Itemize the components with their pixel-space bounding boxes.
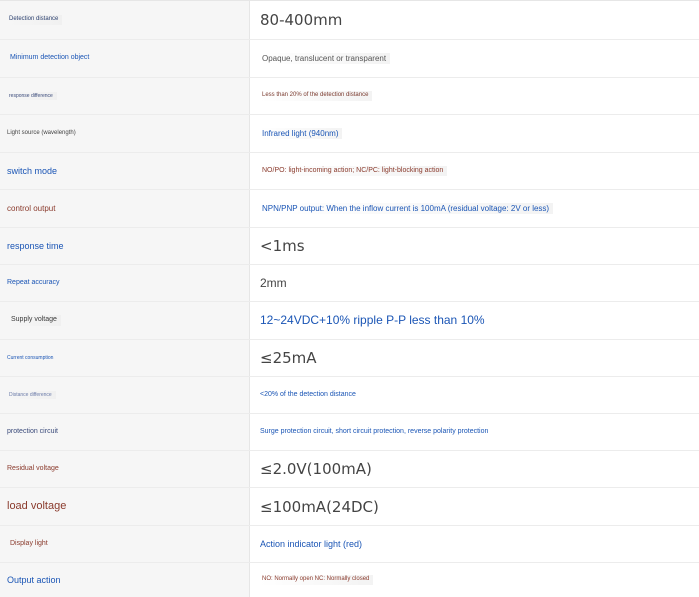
row-label: switch mode — [7, 165, 58, 176]
row-value: Action indicator light (red) — [260, 538, 363, 549]
table-row: load voltage ≤100mA(24DC) — [0, 487, 699, 525]
value-cell: 12~24VDC+10% ripple P-P less than 10% — [250, 302, 699, 339]
label-cell: Display light — [0, 526, 250, 562]
value-cell: NO/PO: light-incoming action; NC/PC: lig… — [250, 153, 699, 189]
row-label: Light source (wavelength) — [7, 129, 76, 136]
table-row: Detection distance 80-400mm — [0, 1, 699, 39]
row-value: NPN/PNP output: When the inflow current … — [260, 202, 554, 215]
row-value: Opaque, translucent or transparent — [260, 52, 391, 65]
label-cell: Distance difference — [0, 377, 250, 413]
table-row: Repeat accuracy 2mm — [0, 264, 699, 301]
row-label: Residual voltage — [7, 464, 59, 472]
row-value: 80-400mm — [260, 11, 343, 29]
row-label: control output — [7, 203, 56, 213]
value-cell: ≤2.0V(100mA) — [250, 451, 699, 487]
label-cell: Repeat accuracy — [0, 265, 250, 301]
row-value: NO: Normally open NC: Normally closed — [260, 575, 374, 585]
row-label: response difference — [7, 92, 57, 100]
label-cell: Current consumption — [0, 340, 250, 376]
table-row: response difference Less than 20% of the… — [0, 77, 699, 114]
label-cell: Residual voltage — [0, 451, 250, 487]
row-label: protection circuit — [7, 427, 58, 435]
spec-table: Detection distance 80-400mm Minimum dete… — [0, 0, 699, 597]
label-cell: control output — [0, 190, 250, 227]
table-row: response time <1ms — [0, 227, 699, 264]
row-value: 12~24VDC+10% ripple P-P less than 10% — [260, 313, 485, 328]
row-label: Supply voltage — [7, 315, 61, 326]
row-label: Distance difference — [7, 391, 56, 399]
value-cell: Less than 20% of the detection distance — [250, 78, 699, 114]
label-cell: response difference — [0, 78, 250, 114]
value-cell: 2mm — [250, 265, 699, 301]
row-value: <1ms — [260, 237, 305, 255]
row-value: ≤100mA(24DC) — [260, 497, 379, 516]
table-row: Output action NO: Normally open NC: Norm… — [0, 562, 699, 597]
table-row: Supply voltage 12~24VDC+10% ripple P-P l… — [0, 301, 699, 339]
label-cell: Minimum detection object — [0, 40, 250, 77]
row-label: Display light — [10, 539, 48, 547]
table-row: switch mode NO/PO: light-incoming action… — [0, 152, 699, 189]
value-cell: NO: Normally open NC: Normally closed — [250, 563, 699, 597]
row-value: <20% of the detection distance — [260, 390, 356, 398]
table-row: Current consumption ≤25mA — [0, 339, 699, 376]
row-label: Current consumption — [7, 355, 54, 361]
table-row: control output NPN/PNP output: When the … — [0, 189, 699, 227]
row-value: ≤25mA — [260, 349, 317, 367]
table-row: Residual voltage ≤2.0V(100mA) — [0, 450, 699, 487]
row-value: Less than 20% of the detection distance — [260, 91, 373, 101]
row-label: Minimum detection object — [10, 54, 90, 62]
row-value: Surge protection circuit, short circuit … — [260, 427, 489, 435]
table-row: Light source (wavelength) Infrared light… — [0, 114, 699, 152]
label-cell: Light source (wavelength) — [0, 115, 250, 152]
value-cell: ≤100mA(24DC) — [250, 488, 699, 525]
value-cell: <20% of the detection distance — [250, 377, 699, 413]
value-cell: Infrared light (940nm) — [250, 115, 699, 152]
row-label: Repeat accuracy — [7, 278, 60, 286]
label-cell: Supply voltage — [0, 302, 250, 339]
row-value: NO/PO: light-incoming action; NC/PC: lig… — [260, 165, 448, 177]
label-cell: Detection distance — [0, 1, 250, 39]
value-cell: Surge protection circuit, short circuit … — [250, 414, 699, 450]
value-cell: NPN/PNP output: When the inflow current … — [250, 190, 699, 227]
table-row: Distance difference <20% of the detectio… — [0, 376, 699, 413]
label-cell: switch mode — [0, 153, 250, 189]
value-cell: ≤25mA — [250, 340, 699, 376]
label-cell: load voltage — [0, 488, 250, 525]
row-label: response time — [7, 240, 64, 251]
table-row: Minimum detection object Opaque, translu… — [0, 39, 699, 77]
row-label: load voltage — [7, 499, 67, 512]
table-row: protection circuit Surge protection circ… — [0, 413, 699, 450]
row-value: ≤2.0V(100mA) — [260, 460, 372, 478]
label-cell: protection circuit — [0, 414, 250, 450]
value-cell: Opaque, translucent or transparent — [250, 40, 699, 77]
value-cell: <1ms — [250, 228, 699, 264]
row-label: Output action — [7, 574, 61, 585]
table-row: Display light Action indicator light (re… — [0, 525, 699, 562]
row-value: Infrared light (940nm) — [260, 127, 343, 140]
row-value: 2mm — [260, 275, 287, 290]
value-cell: Action indicator light (red) — [250, 526, 699, 562]
label-cell: Output action — [0, 563, 250, 597]
label-cell: response time — [0, 228, 250, 264]
row-label: Detection distance — [7, 15, 63, 25]
value-cell: 80-400mm — [250, 1, 699, 39]
